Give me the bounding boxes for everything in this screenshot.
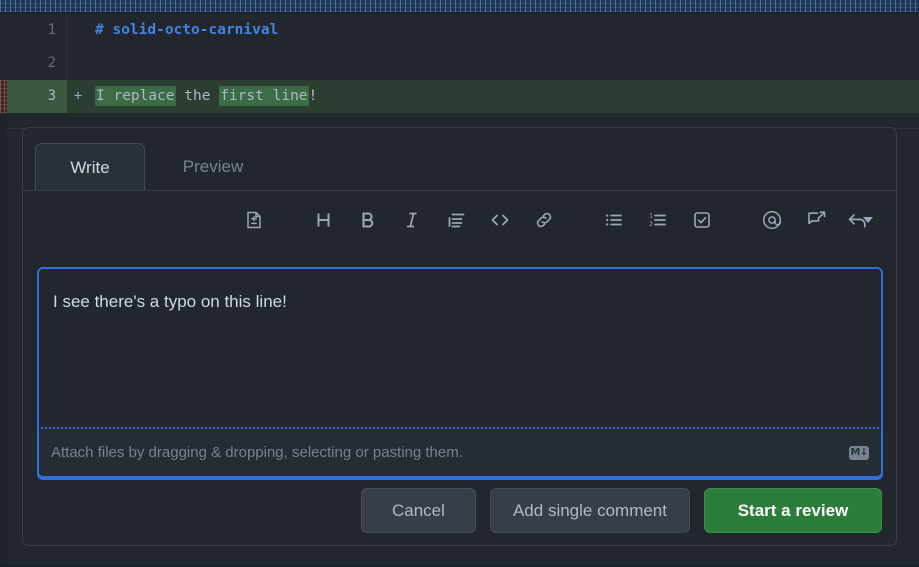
quote-icon[interactable] [434, 200, 478, 240]
markdown-icon[interactable]: M↓ [849, 445, 869, 460]
code-icon[interactable] [478, 200, 522, 240]
saved-reply-icon[interactable] [794, 200, 838, 240]
tab-write[interactable]: Write [35, 143, 145, 191]
code-line-added: I replace the first line! [89, 80, 919, 113]
mention-icon[interactable] [750, 200, 794, 240]
svg-text:2: 2 [649, 220, 653, 228]
cancel-button[interactable]: Cancel [360, 488, 476, 533]
chevron-down-icon[interactable] [863, 216, 873, 223]
diff-marker: + [73, 88, 83, 104]
diff-table: 1 # solid-octo-carnival 2 3 + I replace … [0, 14, 919, 129]
table-row[interactable]: 2 [0, 47, 919, 80]
diff-review-page: 1 # solid-octo-carnival 2 3 + I replace … [0, 0, 919, 567]
bold-icon[interactable] [346, 200, 390, 240]
comment-textarea-value: I see there's a typo on this line! [53, 292, 287, 311]
toolbar-group-suggestion [232, 200, 276, 240]
tab-list: Write Preview [23, 128, 896, 191]
inline-comment-form: Write Preview 1 2 I see there's a typo o… [22, 127, 897, 546]
attach-files-bar[interactable]: Attach files by dragging & dropping, sel… [37, 427, 883, 478]
code-line: # solid-octo-carnival [89, 14, 919, 47]
reply-icon[interactable] [838, 200, 882, 240]
word-diff-highlight: first line [219, 86, 309, 106]
task-list-icon[interactable] [680, 200, 724, 240]
italic-icon[interactable] [390, 200, 434, 240]
line-number: 3 [7, 80, 67, 113]
tab-preview[interactable]: Preview [153, 143, 273, 191]
code-plain-text: the [175, 88, 220, 104]
left-rail [0, 116, 7, 567]
toolbar-group-format [302, 200, 566, 240]
word-diff-highlight: I replace [95, 86, 176, 106]
line-number: 2 [7, 47, 67, 80]
attach-files-label: Attach files by dragging & dropping, sel… [51, 444, 463, 461]
diff-marker [67, 14, 89, 47]
heading-icon[interactable] [302, 200, 346, 240]
table-row-added[interactable]: 3 + I replace the first line! [0, 80, 919, 113]
add-suggestion-icon[interactable] [232, 200, 276, 240]
unordered-list-icon[interactable] [592, 200, 636, 240]
row-gutter [0, 47, 7, 80]
row-gutter [0, 14, 7, 47]
link-icon[interactable] [522, 200, 566, 240]
svg-text:1: 1 [649, 211, 653, 219]
row-gutter-added [0, 80, 7, 113]
code-plain-text: ! [308, 88, 318, 104]
top-selection-bar [0, 0, 919, 12]
table-row[interactable]: 1 # solid-octo-carnival [0, 14, 919, 47]
line-number: 1 [7, 14, 67, 47]
start-a-review-button[interactable]: Start a review [704, 488, 882, 533]
markdown-heading-text: # solid-octo-carnival [95, 22, 279, 38]
markdown-toolbar: 1 2 [23, 191, 896, 248]
diff-marker [67, 47, 89, 80]
toolbar-group-extras [750, 200, 882, 240]
toolbar-group-lists: 1 2 [592, 200, 724, 240]
form-actions: Cancel Add single comment Start a review [360, 488, 882, 533]
ordered-list-icon[interactable]: 1 2 [636, 200, 680, 240]
add-single-comment-button[interactable]: Add single comment [489, 488, 690, 533]
